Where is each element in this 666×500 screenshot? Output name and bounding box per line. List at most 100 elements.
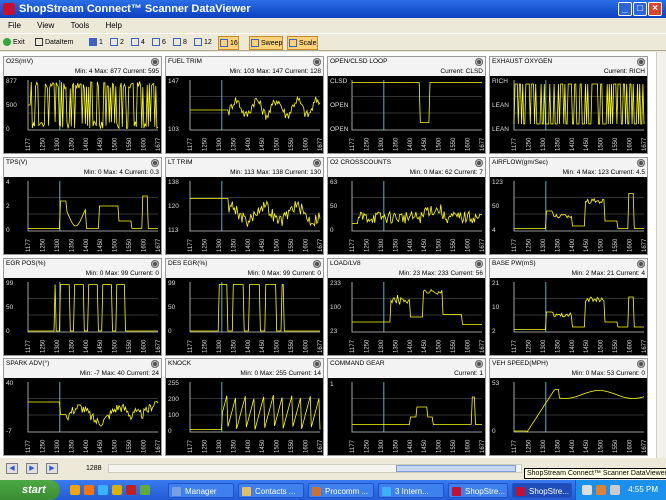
- panel-settings-icon[interactable]: [151, 58, 159, 66]
- task-procomm[interactable]: Procomm ...: [308, 483, 374, 498]
- forward-button[interactable]: ▶: [46, 463, 58, 474]
- graph-panel[interactable]: TPS(V) Min: 0 Max: 4 Current: 0.3 4 2 0 1177 1…: [3, 157, 162, 255]
- panel-settings-icon[interactable]: [151, 360, 159, 368]
- task-shopstream-2[interactable]: ShopStre...: [512, 483, 572, 498]
- graph-panel[interactable]: FUEL TRIM Min: 103 Max: 147 Current: 128 1…: [165, 56, 324, 154]
- graph-panel[interactable]: EGR POS(%) Min: 0 Max: 99 Current: 0 99 50 0…: [3, 258, 162, 356]
- layout-8-button[interactable]: 8: [172, 36, 187, 50]
- tray-app-icon[interactable]: [596, 485, 606, 495]
- x-tick-label: 1300: [379, 238, 385, 252]
- x-tick-label: 1400: [246, 238, 252, 252]
- graph-panel[interactable]: O2S(mV) Min: 4 Max: 877 Current: 595 877 50…: [3, 56, 162, 154]
- close-button[interactable]: ×: [648, 2, 662, 16]
- scale-button[interactable]: Scale: [287, 36, 318, 50]
- graph-panel[interactable]: KNOCK Min: 0 Max: 255 Current: 14 255 200 10…: [165, 358, 324, 456]
- graph-panel[interactable]: VEH SPEED(MPH) Min: 0 Max: 53 Current: 05…: [489, 358, 648, 456]
- graph-panel[interactable]: DES EGR(%) Min: 0 Max: 99 Current: 0 99 50 0…: [165, 258, 324, 356]
- panel-chart[interactable]: 99 50 0 1177 1250 1300 1350 1400 1450 1500 1550 160…: [166, 278, 323, 355]
- x-tick-label: 1450: [422, 137, 428, 151]
- layout-6-button[interactable]: 6: [151, 36, 166, 50]
- graph-panel[interactable]: BASE PW(mS) Min: 2 Max: 21 Current: 4 21 10…: [489, 258, 648, 356]
- panel-chart[interactable]: 123 50 4 1177 1250 1300 1350 1400 1450 1500 1550 16…: [490, 177, 647, 254]
- sweep-button[interactable]: Sweep: [249, 36, 284, 50]
- x-tick-label: 1600: [304, 137, 310, 151]
- menu-view[interactable]: View: [29, 18, 60, 30]
- task-shopstream-1[interactable]: ShopStre...: [448, 483, 508, 498]
- panel-title: O2 CROSSCOUNTS: [330, 159, 392, 166]
- menu-tools[interactable]: Tools: [63, 18, 96, 30]
- layout-12-button[interactable]: 12: [193, 36, 212, 50]
- panel-settings-icon[interactable]: [637, 360, 645, 368]
- panel-settings-icon[interactable]: [475, 260, 483, 268]
- rewind-button[interactable]: ◀: [6, 463, 18, 474]
- quicklaunch-media-icon[interactable]: [84, 485, 94, 495]
- panel-chart[interactable]: RICHLEANLEAN1177 1250 1300 1350 1400 1450 1500…: [490, 76, 647, 153]
- dataitem-label: DataItem: [45, 39, 74, 46]
- quicklaunch-ie-icon[interactable]: [70, 485, 80, 495]
- graph-panel[interactable]: EXHAUST OXYGEN Current: RICH RICH LEAN LEAN 1…: [489, 56, 648, 154]
- panel-settings-icon[interactable]: [313, 360, 321, 368]
- panel-settings-icon[interactable]: [151, 260, 159, 268]
- panel-chart[interactable]: CLSDOPENOPEN1177 1250 1300 1350 1400 1450 1500…: [328, 76, 485, 153]
- layout-8-icon: [173, 38, 181, 47]
- panel-settings-icon[interactable]: [151, 159, 159, 167]
- quicklaunch-app-icon[interactable]: [126, 485, 136, 495]
- panel-settings-icon[interactable]: [637, 159, 645, 167]
- x-tick-label: 1500: [113, 339, 119, 353]
- horizontal-scrollbar[interactable]: [108, 464, 522, 473]
- panel-chart[interactable]: 99 50 0 1177 1250 1300 1350 1400 1450 1500 1550 160…: [4, 278, 161, 355]
- layout-1-button[interactable]: 1: [88, 36, 103, 50]
- quicklaunch-desktop-icon[interactable]: [98, 485, 108, 495]
- scroll-thumb[interactable]: [396, 465, 516, 472]
- panel-settings-icon[interactable]: [313, 260, 321, 268]
- panel-settings-icon[interactable]: [475, 360, 483, 368]
- x-tick-label: 1550: [289, 339, 295, 353]
- task-internet[interactable]: 3 Intern...: [378, 483, 444, 498]
- panel-settings-icon[interactable]: [313, 58, 321, 66]
- graph-panel[interactable]: OPEN/CLSD LOOP Current: CLSD CLSD OPEN OPEN 1…: [327, 56, 486, 154]
- panel-settings-icon[interactable]: [637, 260, 645, 268]
- graph-panel[interactable]: COMMAND GEAR Current: 1 1 1177 1250 1300 1350 1…: [327, 358, 486, 456]
- layout-4-button[interactable]: 4: [130, 36, 145, 50]
- task-contacts[interactable]: Contacts ...: [238, 483, 304, 498]
- panel-chart[interactable]: 1 1177 1250 1300 1350 1400 1450 1500 1550 1600 167…: [328, 378, 485, 455]
- internet-icon: [382, 487, 391, 496]
- quicklaunch-folder-icon[interactable]: [112, 485, 122, 495]
- panel-settings-icon[interactable]: [475, 58, 483, 66]
- panel-chart[interactable]: 63 50 0 1177 1250 1300 1350 1400 1450 1500 1550 160…: [328, 177, 485, 254]
- tray-volume-icon[interactable]: [610, 485, 620, 495]
- shopstream-icon: [452, 487, 461, 496]
- layout-2-button[interactable]: 2: [109, 36, 124, 50]
- panel-settings-icon[interactable]: [475, 159, 483, 167]
- panel-chart[interactable]: 4 2 0 1177 1250 1300 1350 1400 1450 1500 1550 1600 1…: [4, 177, 161, 254]
- quicklaunch-app2-icon[interactable]: [140, 485, 150, 495]
- x-tick-label: 1300: [55, 238, 61, 252]
- exit-button[interactable]: Exit: [2, 36, 25, 50]
- panel-settings-icon[interactable]: [313, 159, 321, 167]
- minimize-button[interactable]: _: [618, 2, 632, 16]
- menu-file[interactable]: File: [0, 18, 27, 30]
- graph-panel[interactable]: LOAD/LV8 Min: 23 Max: 233 Current: 56 233 1…: [327, 258, 486, 356]
- start-button[interactable]: start: [0, 480, 60, 500]
- play-button[interactable]: ▶: [26, 463, 38, 474]
- panel-chart[interactable]: 53 0 1177 1250 1300 1350 1400 1450 1500 1550 1600 1…: [490, 378, 647, 455]
- graph-panel[interactable]: AIRFLOW(gm/Sec) Min: 4 Max: 123 Current: …: [489, 157, 648, 255]
- tray-network-icon[interactable]: [582, 485, 592, 495]
- layout-16-button[interactable]: 16: [218, 36, 239, 50]
- task-manager[interactable]: Manager: [168, 483, 234, 498]
- vertical-scrollbar[interactable]: [656, 52, 666, 458]
- panel-chart[interactable]: 233 100 23 1177 1250 1300 1350 1400 1450 1500 1550…: [328, 278, 485, 355]
- menu-help[interactable]: Help: [97, 18, 127, 30]
- graph-panel[interactable]: O2 CROSSCOUNTS Min: 0 Max: 62 Current: 76…: [327, 157, 486, 255]
- graph-panel[interactable]: SPARK ADV(°) Min: -7 Max: 40 Current: 24 4…: [3, 358, 162, 456]
- graph-panel[interactable]: LT TRIM Min: 113 Max: 138 Current: 130 138…: [165, 157, 324, 255]
- panel-chart[interactable]: 255 200 100 0 1177 1250 1300 1350 1400 1450 1500 15…: [166, 378, 323, 455]
- panel-chart[interactable]: 21 10 2 1177 1250 1300 1350 1400 1450 1500 1550 160…: [490, 278, 647, 355]
- panel-chart[interactable]: 138 120 113 1177 1250 1300 1350 1400 1450 1500 155…: [166, 177, 323, 254]
- panel-chart[interactable]: 147 103 1177 1250 1300 1350 1400 1450 1500 1550 16…: [166, 76, 323, 153]
- panel-chart[interactable]: 877 500 0 1177 1250 1300 1350 1400 1450 1500 1550 1…: [4, 76, 161, 153]
- panel-settings-icon[interactable]: [637, 58, 645, 66]
- dataitem-button[interactable]: DataItem: [34, 36, 73, 50]
- maximize-button[interactable]: □: [633, 2, 647, 16]
- panel-chart[interactable]: 40 -7 1177 1250 1300 1350 1400 1450 1500 1550 1600…: [4, 378, 161, 455]
